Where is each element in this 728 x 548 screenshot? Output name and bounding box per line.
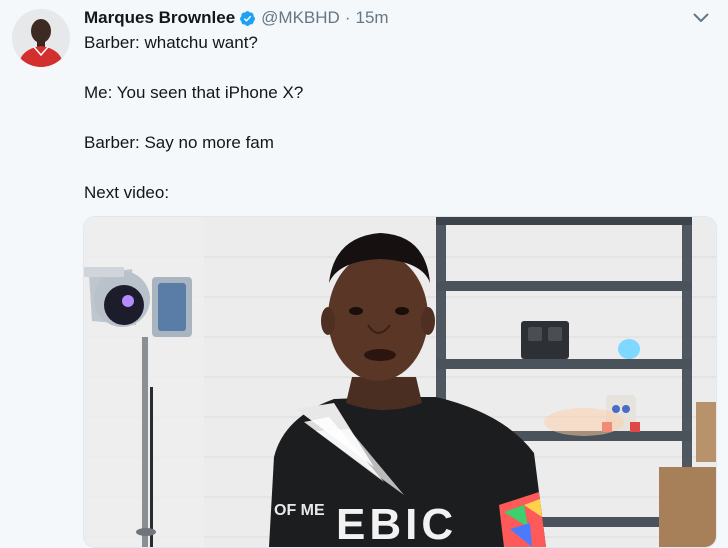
- tweet-text-line: Next video:: [84, 183, 170, 202]
- sleeve-print-text: OF ME: [274, 502, 325, 519]
- tweet-text-line: Me: You seen that iPhone X?: [84, 83, 304, 102]
- meta-separator: ·: [344, 8, 351, 27]
- verified-badge-icon: [239, 10, 256, 27]
- tweet-header: Marques Brownlee @MKBHD · 15m: [84, 7, 389, 29]
- tweet-text-line: Barber: whatchu want?: [84, 33, 258, 52]
- author-handle[interactable]: @MKBHD: [261, 7, 340, 29]
- chevron-down-icon[interactable]: [692, 10, 710, 26]
- tweet-timestamp[interactable]: 15m: [355, 7, 388, 29]
- avatar-image: [12, 9, 70, 67]
- photo-scene: EBIC OF ME: [84, 217, 716, 547]
- tweet-media-photo[interactable]: EBIC OF ME: [83, 216, 717, 548]
- shirt-print-text: EBIC: [336, 500, 457, 547]
- author-name[interactable]: Marques Brownlee: [84, 7, 235, 29]
- author-avatar[interactable]: [12, 9, 70, 67]
- tweet-text-line: Barber: Say no more fam: [84, 133, 274, 152]
